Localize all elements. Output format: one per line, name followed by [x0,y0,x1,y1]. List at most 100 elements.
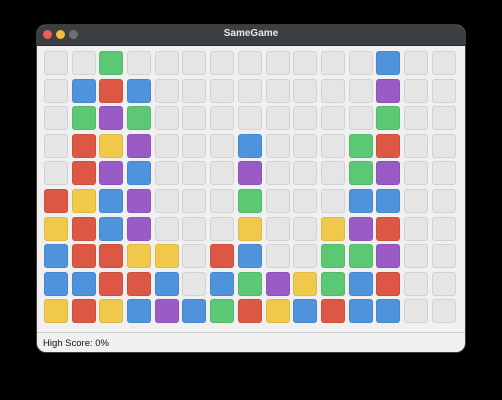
red-tile[interactable] [99,271,124,296]
purple-tile[interactable] [237,161,262,186]
empty-cell [182,244,207,269]
purple-tile[interactable] [154,299,179,324]
blue-tile[interactable] [127,299,152,324]
yellow-tile[interactable] [99,133,124,158]
red-tile[interactable] [71,299,96,324]
empty-cell [403,133,428,158]
purple-tile[interactable] [376,244,401,269]
green-tile[interactable] [348,161,373,186]
blue-tile[interactable] [293,299,318,324]
red-tile[interactable] [99,244,124,269]
empty-cell [154,161,179,186]
yellow-tile[interactable] [265,299,290,324]
green-tile[interactable] [71,106,96,131]
red-tile[interactable] [71,216,96,241]
red-tile[interactable] [71,244,96,269]
blue-tile[interactable] [237,244,262,269]
purple-tile[interactable] [376,161,401,186]
empty-cell [293,188,318,213]
blue-tile[interactable] [182,299,207,324]
empty-cell [265,216,290,241]
blue-tile[interactable] [376,188,401,213]
red-tile[interactable] [71,161,96,186]
blue-tile[interactable] [237,133,262,158]
blue-tile[interactable] [127,161,152,186]
empty-cell [210,161,235,186]
blue-tile[interactable] [99,188,124,213]
yellow-tile[interactable] [293,271,318,296]
purple-tile[interactable] [376,78,401,103]
yellow-tile[interactable] [237,216,262,241]
green-tile[interactable] [237,188,262,213]
yellow-tile[interactable] [154,244,179,269]
empty-cell [293,161,318,186]
yellow-tile[interactable] [127,244,152,269]
blue-tile[interactable] [154,271,179,296]
red-tile[interactable] [44,188,68,213]
green-tile[interactable] [348,133,373,158]
empty-cell [182,216,207,241]
purple-tile[interactable] [127,216,152,241]
red-tile[interactable] [210,244,235,269]
blue-tile[interactable] [44,244,68,269]
empty-cell [403,244,428,269]
yellow-tile[interactable] [320,216,345,241]
empty-cell [182,271,207,296]
purple-tile[interactable] [265,271,290,296]
red-tile[interactable] [237,299,262,324]
purple-tile[interactable] [127,188,152,213]
green-tile[interactable] [376,106,401,131]
empty-cell [210,78,235,103]
empty-cell [293,133,318,158]
purple-tile[interactable] [99,161,124,186]
yellow-tile[interactable] [99,299,124,324]
purple-tile[interactable] [99,106,124,131]
blue-tile[interactable] [44,271,68,296]
blue-tile[interactable] [127,78,152,103]
green-tile[interactable] [348,244,373,269]
blue-tile[interactable] [210,271,235,296]
red-tile[interactable] [127,271,152,296]
blue-tile[interactable] [348,271,373,296]
red-tile[interactable] [99,78,124,103]
blue-tile[interactable] [348,299,373,324]
empty-cell [403,78,428,103]
blue-tile[interactable] [348,188,373,213]
empty-cell [403,188,428,213]
title-bar[interactable]: SameGame [37,25,465,46]
green-tile[interactable] [320,244,345,269]
yellow-tile[interactable] [44,216,68,241]
red-tile[interactable] [320,299,345,324]
green-tile[interactable] [127,106,152,131]
empty-cell [182,161,207,186]
empty-cell [210,188,235,213]
empty-cell [403,51,428,75]
empty-cell [154,188,179,213]
red-tile[interactable] [376,271,401,296]
empty-cell [431,106,456,131]
green-tile[interactable] [99,51,124,75]
empty-cell [403,216,428,241]
empty-cell [431,78,456,103]
high-score-label: High Score: 0% [43,338,110,349]
red-tile[interactable] [71,133,96,158]
empty-cell [210,106,235,131]
blue-tile[interactable] [71,271,96,296]
yellow-tile[interactable] [44,299,68,324]
green-tile[interactable] [210,299,235,324]
green-tile[interactable] [237,271,262,296]
blue-tile[interactable] [99,216,124,241]
empty-cell [348,51,373,75]
empty-cell [182,51,207,75]
empty-cell [320,51,345,75]
blue-tile[interactable] [376,51,401,75]
purple-tile[interactable] [348,216,373,241]
blue-tile[interactable] [71,78,96,103]
blue-tile[interactable] [376,299,401,324]
yellow-tile[interactable] [71,188,96,213]
empty-cell [293,78,318,103]
purple-tile[interactable] [127,133,152,158]
green-tile[interactable] [320,271,345,296]
red-tile[interactable] [376,133,401,158]
red-tile[interactable] [376,216,401,241]
